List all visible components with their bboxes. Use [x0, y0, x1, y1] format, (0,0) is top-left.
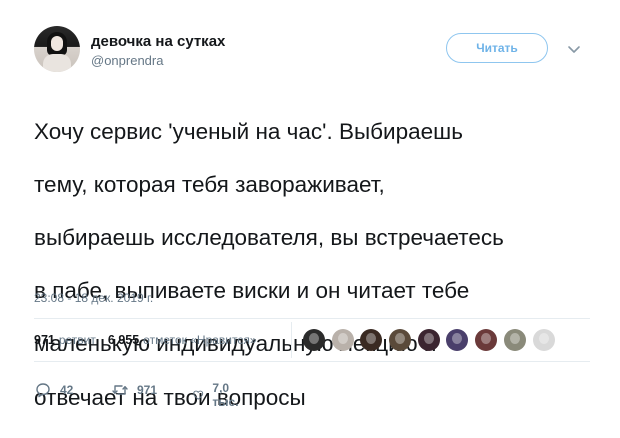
tweet-timestamp[interactable]: 23:08 - 18 дек. 2019 г.	[34, 291, 153, 305]
avatar-face	[51, 36, 63, 51]
liker-avatar[interactable]	[503, 329, 526, 351]
reply-count: 42	[60, 383, 74, 397]
like-button[interactable]: 7,0 тыс.	[192, 381, 244, 409]
avatar-body	[43, 54, 71, 72]
likes-label[interactable]: отметок «Нравится»	[143, 333, 256, 347]
stats-separator	[291, 322, 292, 358]
like-count: 7,0 тыс.	[212, 381, 239, 409]
tweet-line: выбираешь исследователя, вы встречаетесь	[34, 224, 504, 250]
liker-avatar[interactable]	[446, 329, 469, 351]
divider	[34, 361, 590, 362]
retweets-count[interactable]: 971	[34, 333, 55, 347]
heart-icon	[193, 390, 204, 400]
reply-button[interactable]: 42	[34, 381, 73, 399]
tweet-line: Хочу сервис 'ученый на час'. Выбираешь	[34, 118, 463, 144]
likes-count[interactable]: 6 955	[108, 333, 139, 347]
follow-button[interactable]: Читать	[446, 33, 548, 63]
retweet-count: 971	[137, 383, 158, 397]
liker-avatar[interactable]	[331, 329, 354, 351]
reply-icon	[36, 383, 50, 398]
display-name[interactable]: девочка на сутках	[91, 33, 225, 50]
liker-avatar[interactable]	[303, 329, 325, 351]
tweet-stats: 971 ретвит 6 955 отметок «Нравится»	[34, 333, 269, 347]
retweets-label[interactable]: ретвит	[59, 333, 96, 347]
liker-avatar[interactable]	[475, 329, 498, 351]
liker-avatar[interactable]	[389, 329, 412, 351]
liker-avatar[interactable]	[532, 329, 555, 351]
tweet-line: тему, которая тебя завораживает,	[34, 171, 385, 197]
liker-avatar[interactable]	[360, 329, 383, 351]
retweet-icon	[112, 385, 128, 395]
divider	[34, 318, 590, 319]
liker-avatar[interactable]	[417, 329, 440, 351]
chevron-down-icon[interactable]	[567, 42, 581, 56]
likers-avatars	[303, 329, 561, 351]
user-handle[interactable]: @onprendra	[91, 53, 163, 68]
avatar[interactable]	[34, 26, 80, 72]
retweet-button[interactable]: 971	[111, 381, 157, 399]
